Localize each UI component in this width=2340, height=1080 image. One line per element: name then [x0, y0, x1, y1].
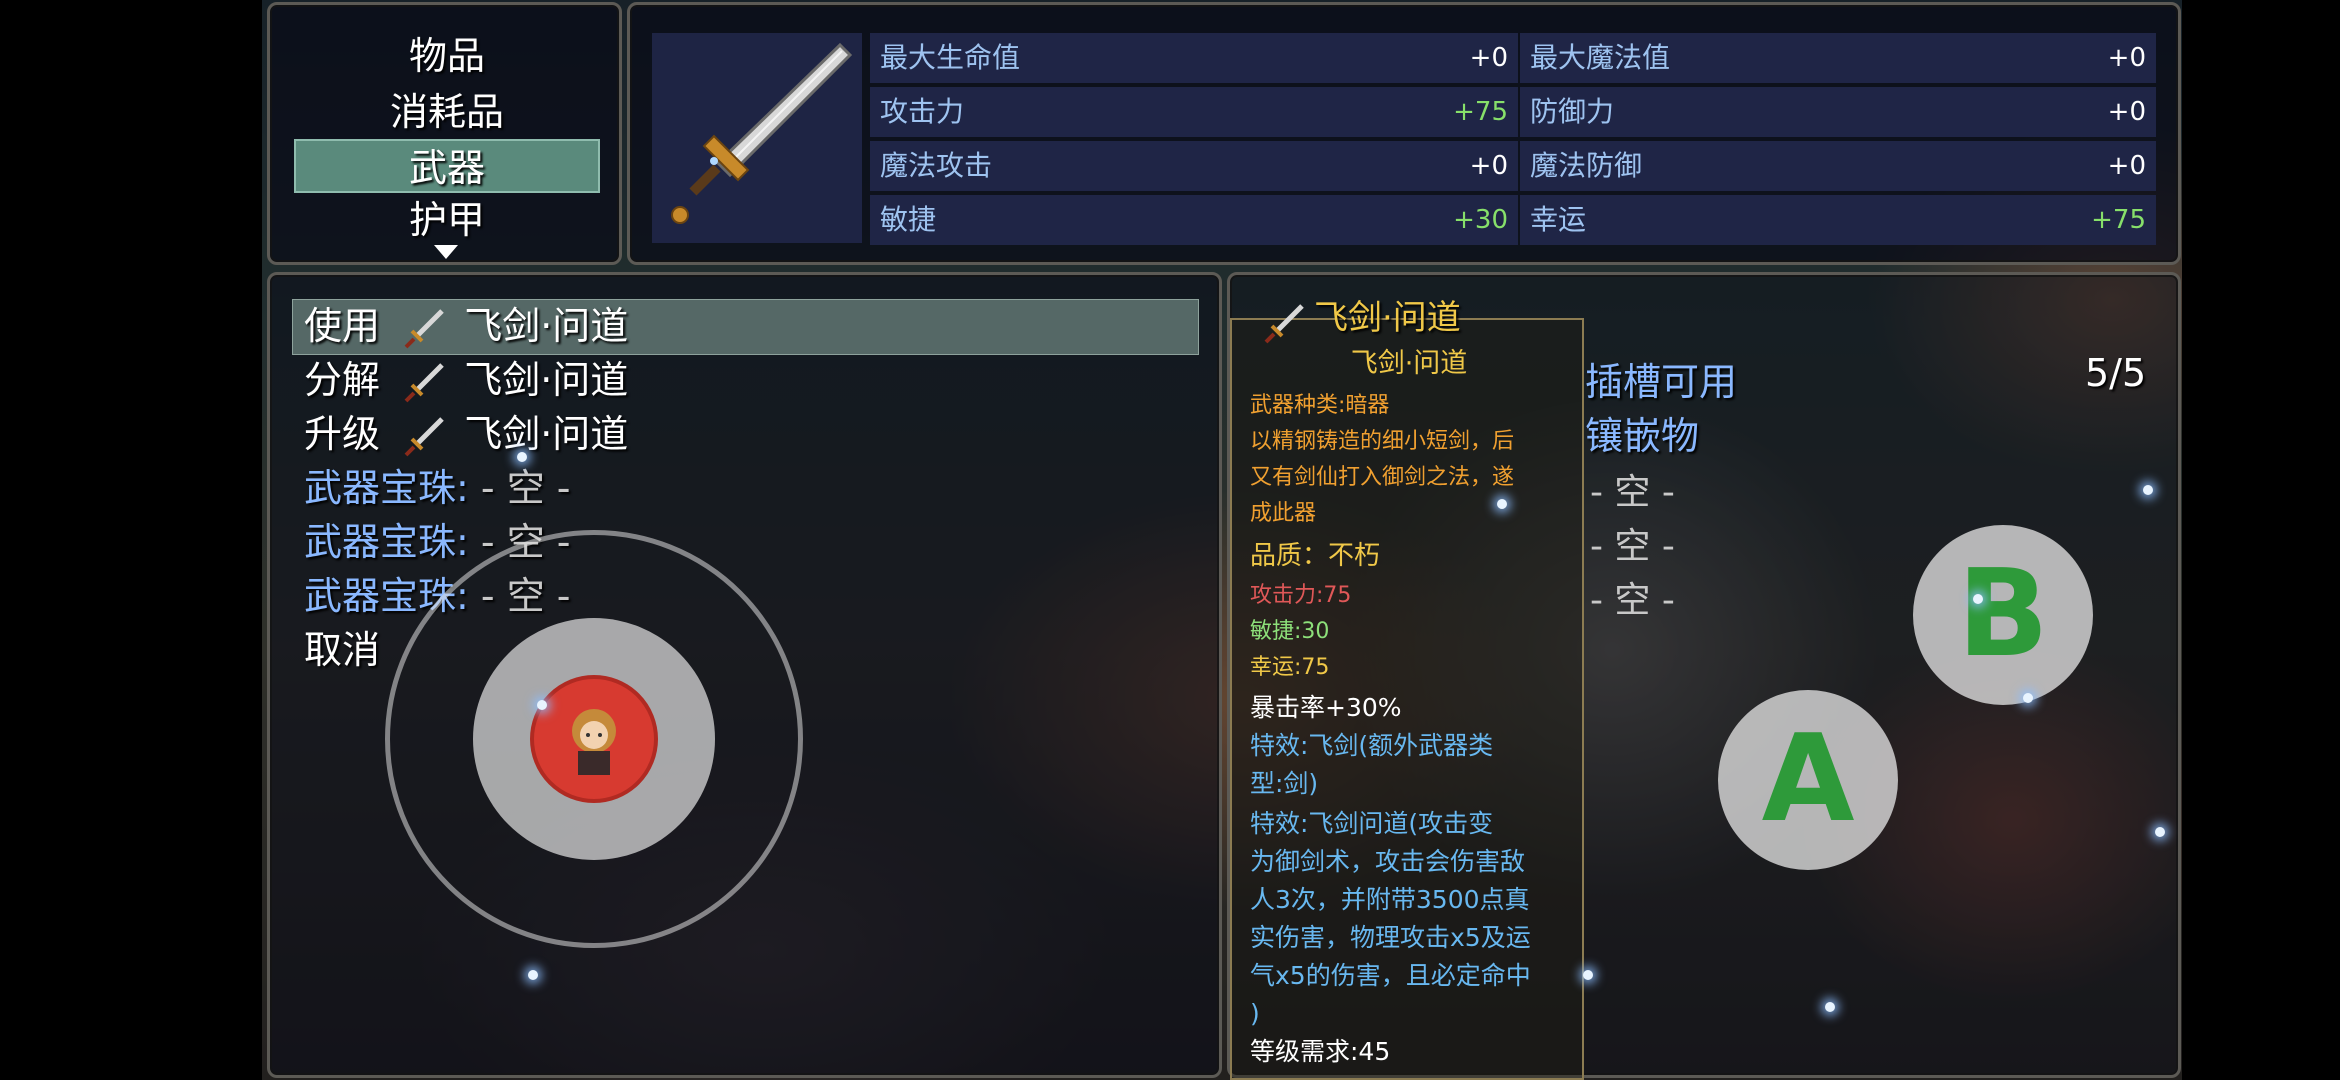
sword-icon — [404, 308, 444, 348]
tooltip-desc-line: 又有剑仙打入御剑之法，遂 — [1250, 465, 1515, 490]
item-name: 飞剑·问道 — [464, 412, 629, 456]
stat-max-hp: 最大生命值 +0 — [870, 33, 1518, 83]
tooltip-agility: 敏捷:30 — [1250, 619, 1330, 644]
tooltip-effect-line: ) — [1250, 999, 1260, 1028]
category-menu: 物品 消耗品 武器 护甲 — [267, 2, 622, 265]
tooltip-effect-line: 特效:飞剑(额外武器类 — [1250, 731, 1494, 760]
category-armor[interactable]: 护甲 — [294, 193, 600, 247]
command-label: 分解 — [304, 358, 381, 402]
item-tooltip: 飞剑·问道 飞剑·问道 武器种类:暗器 以精钢铸造的细小短剑，后 又有剑仙打入御… — [1230, 300, 1584, 1080]
sparkle-particle — [1973, 594, 1983, 604]
sword-icon — [1264, 304, 1304, 344]
joystick-knob[interactable] — [530, 675, 658, 803]
tooltip-effect-line: 气x5的伤害，且必定命中 — [1250, 961, 1531, 990]
slots-available-label: 插槽可用 — [1585, 360, 1738, 404]
equipment-stats-panel: 最大生命值 +0 攻击力 +75 魔法攻击 +0 敏捷 +30 最大魔法值 +0… — [627, 2, 2181, 265]
tooltip-effect-line: 实伤害，物理攻击x5及运 — [1250, 923, 1531, 952]
stat-luck: 幸运 +75 — [1520, 195, 2156, 245]
command-label: 升级 — [304, 412, 381, 456]
tooltip-title: 飞剑·问道 — [1314, 298, 1461, 338]
sparkle-particle — [2155, 827, 2165, 837]
sparkle-particle — [528, 970, 538, 980]
stat-value: +75 — [1453, 97, 1508, 127]
tooltip-desc-line: 以精钢铸造的细小短剑，后 — [1250, 429, 1515, 454]
command-use[interactable]: 使用 飞剑·问道 — [304, 300, 628, 352]
stat-attack: 攻击力 +75 — [870, 87, 1518, 137]
stat-value: +0 — [1469, 43, 1508, 73]
command-cancel[interactable]: 取消 — [304, 624, 380, 676]
stat-name: 最大魔法值 — [1530, 41, 1671, 74]
stat-value: +0 — [1469, 151, 1508, 181]
command-label: 使用 — [304, 304, 381, 348]
tooltip-effect-line: 为御剑术，攻击会伤害敌 — [1250, 847, 1526, 876]
character-avatar-icon — [572, 709, 616, 775]
tooltip-desc-line: 成此器 — [1250, 501, 1317, 526]
category-consumables[interactable]: 消耗品 — [294, 85, 600, 139]
empty-slot: - 空 - — [480, 466, 571, 510]
stat-magic-defense: 魔法防御 +0 — [1520, 141, 2156, 191]
stat-value: +30 — [1453, 205, 1508, 235]
sparkle-particle — [537, 700, 547, 710]
inlay-slot-3[interactable]: - 空 - — [1590, 571, 1675, 623]
tooltip-level-requirement: 等级需求:45 — [1250, 1037, 1391, 1066]
tooltip-subtitle: 飞剑·问道 — [1350, 348, 1468, 379]
stat-name: 敏捷 — [880, 203, 937, 236]
sword-icon — [404, 362, 444, 402]
sparkle-particle — [1825, 1002, 1835, 1012]
stat-agility: 敏捷 +30 — [870, 195, 1518, 245]
inlay-label: 镶嵌物 — [1585, 414, 1700, 458]
inlay-slot-1[interactable]: - 空 - — [1590, 463, 1675, 515]
command-upgrade[interactable]: 升级 飞剑·问道 — [304, 408, 628, 460]
tooltip-crit: 暴击率+30% — [1250, 693, 1402, 722]
stat-name: 最大生命值 — [880, 41, 1021, 74]
stat-name: 魔法防御 — [1530, 149, 1643, 182]
stat-value: +0 — [2107, 151, 2146, 181]
slots-available-count: 5/5 — [2085, 351, 2147, 395]
sparkle-particle — [1583, 970, 1593, 980]
stat-magic-attack: 魔法攻击 +0 — [870, 141, 1518, 191]
item-name: 飞剑·问道 — [464, 358, 629, 402]
gem-label: 武器宝珠: — [304, 520, 469, 564]
action-button-b[interactable]: B — [1913, 525, 2093, 705]
stat-value: +75 — [2091, 205, 2146, 235]
tooltip-luck: 幸运:75 — [1250, 655, 1330, 680]
command-decompose[interactable]: 分解 飞剑·问道 — [304, 354, 628, 406]
stat-name: 防御力 — [1530, 95, 1615, 128]
sword-icon — [671, 42, 853, 224]
sparkle-particle — [517, 452, 527, 462]
category-weapons[interactable]: 武器 — [294, 139, 600, 193]
action-button-a[interactable]: A — [1718, 690, 1898, 870]
tooltip-effect-line: 型:剑) — [1250, 769, 1319, 798]
stat-value: +0 — [2107, 43, 2146, 73]
tooltip-quality: 品质：不朽 — [1250, 541, 1381, 571]
tooltip-effect-line: 特效:飞剑问道(攻击变 — [1250, 809, 1494, 838]
stat-name: 魔法攻击 — [880, 149, 993, 182]
tooltip-attack: 攻击力:75 — [1250, 583, 1352, 608]
stat-value: +0 — [2107, 97, 2146, 127]
stat-name: 幸运 — [1530, 203, 1587, 236]
category-items[interactable]: 物品 — [294, 29, 600, 83]
stat-defense: 防御力 +0 — [1520, 87, 2156, 137]
sword-icon — [404, 416, 444, 456]
sparkle-particle — [1497, 499, 1507, 509]
weapon-gem-slot-1[interactable]: 武器宝珠: - 空 - — [304, 462, 571, 514]
scroll-down-arrow-icon[interactable] — [434, 245, 458, 259]
inlay-slot-2[interactable]: - 空 - — [1590, 517, 1675, 569]
gem-label: 武器宝珠: — [304, 466, 469, 510]
stat-name: 攻击力 — [880, 95, 965, 128]
tooltip-effect-line: 人3次，并附带3500点真 — [1250, 885, 1530, 914]
tooltip-weapon-type: 武器种类:暗器 — [1250, 393, 1390, 418]
sparkle-particle — [2143, 485, 2153, 495]
stat-max-mp: 最大魔法值 +0 — [1520, 33, 2156, 83]
sparkle-particle — [2023, 693, 2033, 703]
weapon-preview — [652, 33, 862, 243]
item-name: 飞剑·问道 — [464, 304, 629, 348]
